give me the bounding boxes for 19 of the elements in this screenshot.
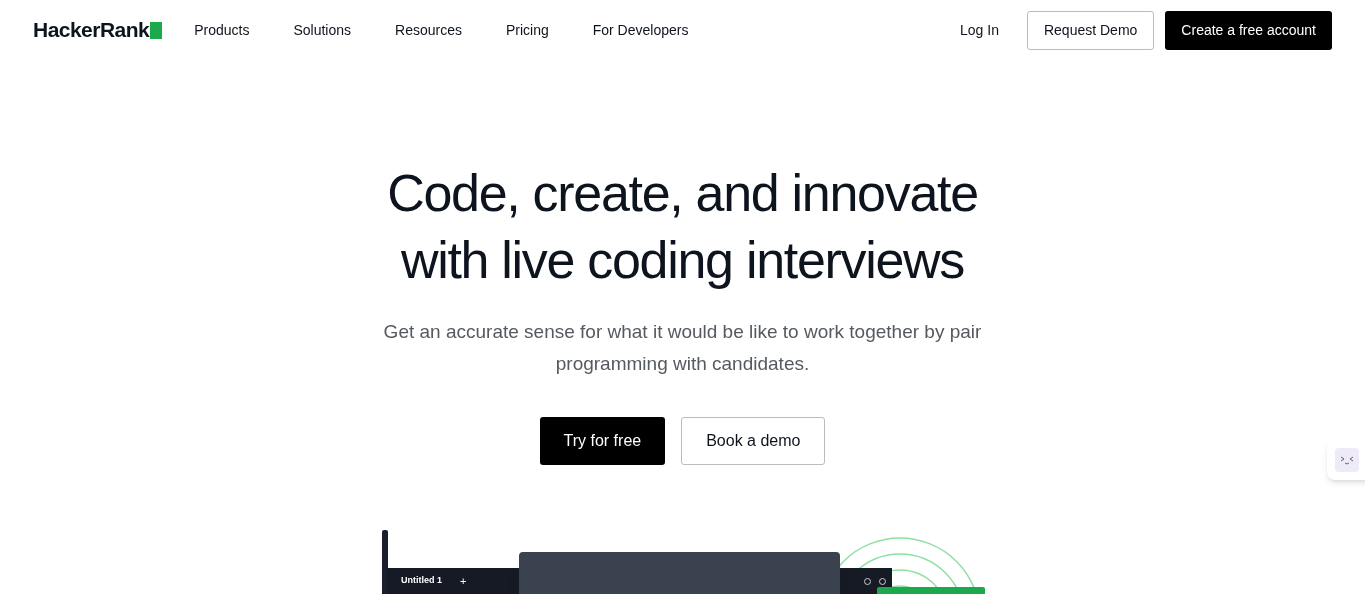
try-free-button[interactable]: Try for free (539, 417, 666, 465)
logo[interactable]: HackerRank (33, 14, 163, 46)
hero-title: with live coding interviews (400, 230, 965, 291)
nav-link[interactable]: Products (194, 19, 250, 41)
logo-square-icon (150, 21, 163, 39)
nav-link[interactable]: Solutions (293, 19, 351, 41)
create-account-button[interactable]: Create a free account (1165, 10, 1332, 50)
hero-subtitle: Get an accurate sense for what it would be like to work together by pair programming with candidates. (382, 320, 983, 376)
nav-link[interactable]: For Developers (592, 19, 689, 41)
request-demo-button[interactable]: Request Demo (1026, 10, 1155, 50)
add-tab-button[interactable]: + (460, 572, 467, 590)
logo-text: HackerRank (33, 17, 150, 44)
face-icon (1335, 448, 1359, 472)
nav-link[interactable]: Pricing (505, 19, 549, 41)
book-demo-button[interactable]: Book a demo (681, 417, 826, 465)
login-link[interactable]: Log In (960, 19, 999, 41)
hero-title: Code, create, and innovate (387, 163, 978, 224)
nav-link[interactable]: Resources (395, 19, 462, 41)
file-tab[interactable]: Untitled 1 (401, 574, 442, 588)
